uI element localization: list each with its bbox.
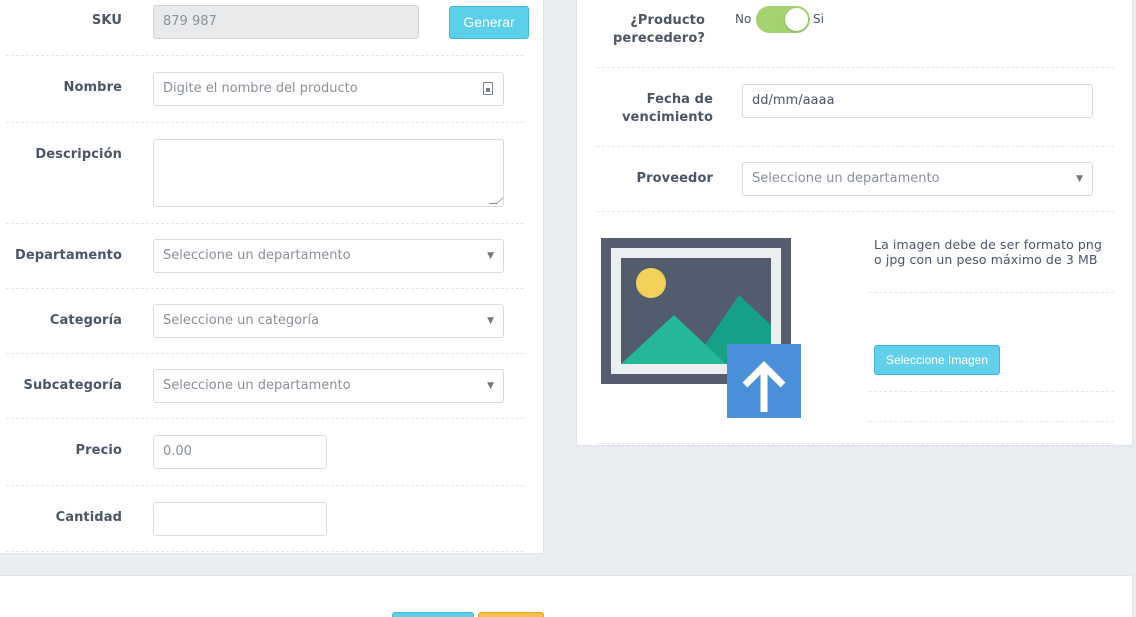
descripcion-label: Descripción (35, 147, 122, 162)
perecedero-toggle[interactable] (756, 6, 810, 33)
divider (6, 418, 524, 419)
fecha-label: Fecha de vencimiento (622, 91, 713, 127)
nombre-label: Nombre (63, 80, 122, 95)
proveedor-select[interactable]: Seleccione un departamento ▼ (742, 162, 1093, 196)
categoria-label: Categoría (49, 313, 122, 328)
caret-down-icon: ▼ (487, 381, 494, 391)
divider (6, 223, 524, 224)
divider (597, 146, 1114, 147)
departamento-label: Departamento (14, 248, 122, 263)
subcategoria-label: Subcategoría (23, 378, 122, 393)
caret-down-icon: ▼ (1076, 174, 1083, 184)
divider (869, 391, 1114, 392)
divider (6, 122, 524, 123)
subcategoria-select[interactable]: Seleccione un departamento ▼ (153, 369, 504, 403)
product-form-left-card: SKU 879 987 Generar Nombre Digite el nom… (0, 0, 544, 554)
descripcion-textarea[interactable] (153, 139, 504, 207)
categoria-selected: Seleccione un categoría (163, 313, 320, 328)
proveedor-selected: Seleccione un departamento (752, 171, 940, 186)
image-format-hint: La imagen debe de ser formato png o jpg … (874, 237, 1102, 267)
divider (6, 551, 524, 552)
sun-shape (636, 268, 666, 298)
caret-down-icon: ▼ (487, 316, 494, 326)
departamento-selected: Seleccione un departamento (163, 248, 351, 263)
toggle-on-label: Si (813, 12, 824, 26)
caret-down-icon: ▼ (487, 251, 494, 261)
perecedero-label: ¿Producto perecedero? (613, 12, 705, 48)
cantidad-input[interactable] (153, 502, 327, 536)
subcategoria-selected: Seleccione un departamento (163, 378, 351, 393)
sku-label: SKU (91, 13, 122, 28)
perecedero-label-line1: ¿Producto (630, 13, 705, 28)
nombre-placeholder: Digite el nombre del producto (163, 81, 358, 96)
divider (597, 443, 1114, 444)
precio-label: Precio (75, 443, 122, 458)
divider (869, 421, 1114, 422)
divider (6, 353, 524, 354)
departamento-select[interactable]: Seleccione un departamento ▼ (153, 239, 504, 273)
categoria-select[interactable]: Seleccione un categoría ▼ (153, 304, 504, 338)
toggle-knob (785, 8, 808, 31)
secondary-action-button[interactable] (478, 612, 544, 617)
image-upload-icon[interactable] (601, 238, 801, 418)
divider (6, 55, 524, 56)
primary-action-button[interactable] (392, 612, 474, 617)
select-image-button[interactable]: Seleccione Imagen (874, 345, 1000, 375)
contact-card-icon (483, 82, 493, 95)
toggle-off-label: No (735, 12, 752, 26)
precio-input[interactable]: 0.00 (153, 435, 327, 469)
cantidad-label: Cantidad (55, 510, 122, 525)
sku-input[interactable]: 879 987 (153, 5, 419, 39)
divider (597, 211, 1114, 212)
proveedor-label: Proveedor (636, 171, 713, 186)
fecha-label-line2: vencimiento (621, 110, 713, 125)
generate-sku-button[interactable]: Generar (449, 6, 529, 39)
divider (6, 288, 524, 289)
divider (597, 67, 1114, 68)
fecha-label-line1: Fecha de (646, 92, 713, 107)
fecha-vencimiento-input[interactable]: dd/mm/aaaa (742, 84, 1093, 118)
resize-handle-icon[interactable] (489, 196, 503, 204)
divider (6, 485, 524, 486)
nombre-input[interactable]: Digite el nombre del producto (153, 72, 504, 106)
form-actions-card (0, 575, 1133, 617)
perecedero-label-line2: perecedero? (613, 31, 705, 46)
divider (869, 292, 1114, 293)
